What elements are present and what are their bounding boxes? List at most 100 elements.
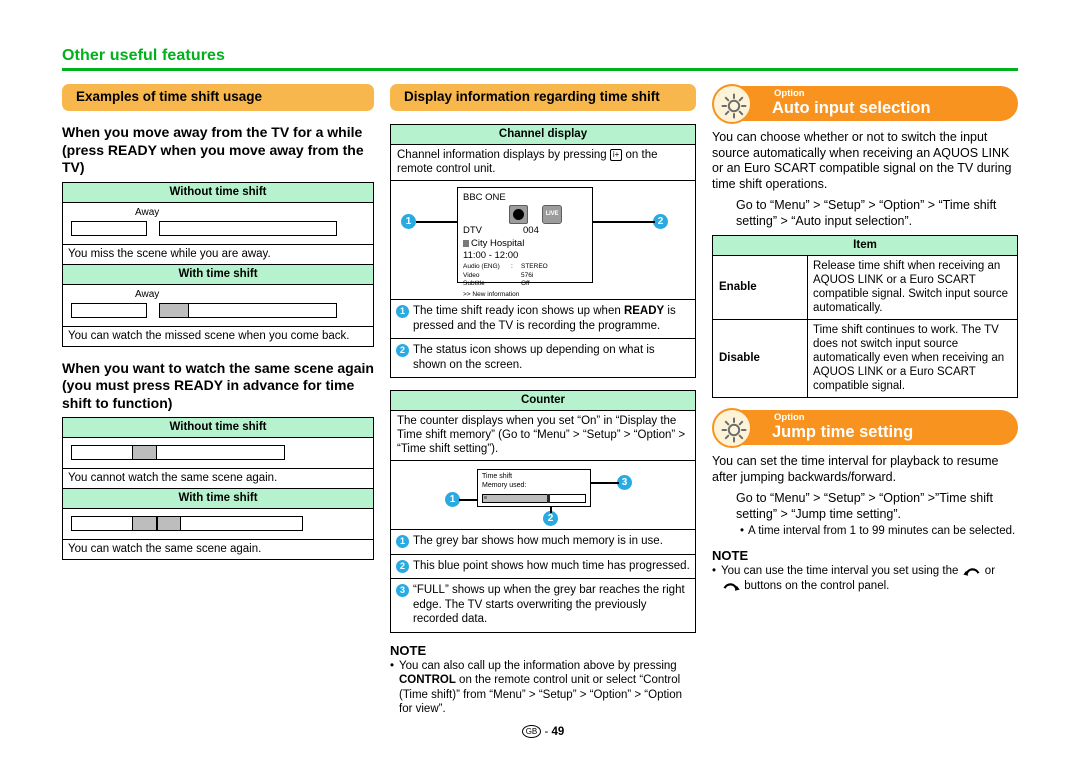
footer-dash: - <box>544 725 549 738</box>
osd-meta: Audio (ENG) : STEREO Video 576i Subtitle… <box>463 263 587 289</box>
timeshift-table-2: Without time shift You cannot watch the … <box>62 417 374 560</box>
jump-time-note-text-b: buttons on the control panel. <box>744 579 890 592</box>
jump-time-note-title: NOTE <box>712 548 749 563</box>
counter-note-1-text: The grey bar shows how much memory is in… <box>413 535 663 547</box>
osd-subtitle-value: Off <box>521 280 530 287</box>
auto-input-table: Item Enable Release time shift when rece… <box>712 235 1018 398</box>
jump-time-path: Go to “Menu” > “Setup” > “Option” >”Time… <box>736 491 993 521</box>
segment-current <box>133 516 157 531</box>
counter-callout-2: 2 <box>543 511 558 526</box>
channel-note-1-bold: READY <box>623 305 665 317</box>
segment-gap <box>147 303 159 318</box>
intro-text-a: Channel information displays by pressing <box>397 149 607 161</box>
timeline-without-1: Away <box>63 203 373 244</box>
counter-figure: 1 2 3 Time shift Memory used: <box>391 461 695 529</box>
middle-note-title: NOTE <box>390 642 427 658</box>
counter-note-row-3: 3 “FULL” shows up when the grey bar reac… <box>391 578 695 632</box>
timeshift-table-1: Without time shift Away You miss the sce… <box>62 181 374 347</box>
away-label-1: Away <box>135 206 160 218</box>
middle-note-text-a: You can also call up the information abo… <box>399 659 677 672</box>
counter-callout-1: 1 <box>445 492 460 507</box>
callout-badge-2: 2 <box>396 344 409 357</box>
jump-backward-icon <box>962 568 980 576</box>
osd-audio-value: STEREO <box>521 263 548 270</box>
auto-input-path: Go to “Menu” > “Setup” > “Option” > “Tim… <box>736 198 997 228</box>
row-without-label-2: Without time shift <box>63 418 373 438</box>
osd-source-row: DTV 004 <box>463 225 587 237</box>
jump-time-note-bullet: • <box>712 565 717 577</box>
live-badge-icon: LIVE <box>542 205 562 224</box>
option-title-auto-input: Auto input selection <box>772 99 931 117</box>
gear-icon <box>721 93 747 119</box>
segment-after <box>189 302 337 318</box>
caption-with-2: You can watch the same scene again. <box>63 539 373 559</box>
counter-note-3-text: “FULL” shows up when the grey bar reache… <box>413 584 685 625</box>
callout-badge-1: 1 <box>396 305 409 318</box>
counter-note-row-2: 2 This blue point shows how much time ha… <box>391 553 695 579</box>
counter-osd-line1: Time shift <box>482 473 513 480</box>
segment-buffered <box>159 302 189 318</box>
gear-icon <box>721 417 747 443</box>
counter-header: Counter <box>391 391 695 411</box>
caption-without-2: You cannot watch the same scene again. <box>63 468 373 488</box>
osd-video-label: Video <box>463 271 480 279</box>
page-footer: GB - 49 <box>390 724 696 740</box>
jump-time-bullet-row: • A time interval from 1 to 99 minutes c… <box>712 524 1018 538</box>
osd-programme-title: City Hospital <box>471 238 525 249</box>
memory-gauge <box>482 494 586 503</box>
counter-badge-2: 2 <box>396 559 409 573</box>
segment-after <box>159 220 337 236</box>
counter-note-row-1: 1 The grey bar shows how much memory is … <box>391 529 695 554</box>
info-button-icon: i+ <box>609 149 623 161</box>
section-bar-examples: Examples of time shift usage <box>62 84 374 111</box>
channel-note-row-1: 1 The time shift ready icon shows up whe… <box>391 299 695 338</box>
segment-replay <box>157 516 181 531</box>
page-title: Other useful features <box>62 47 226 64</box>
jump-time-note-body: • You can use the time interval you set … <box>712 564 1018 593</box>
osd-programme: City Hospital <box>463 238 587 250</box>
left-column: Examples of time shift usage When you mo… <box>62 84 374 560</box>
middle-note-bold: CONTROL <box>399 674 456 686</box>
callout-2: 2 <box>653 214 668 229</box>
row-key-enable: Enable <box>712 255 808 320</box>
osd-channel-number: 004 <box>523 225 539 236</box>
jump-forward-icon <box>723 582 740 591</box>
caption-with-1: You can watch the missed scene when you … <box>63 325 373 346</box>
right-column: Option Auto input selection You can choo… <box>712 84 1018 593</box>
record-ready-icon <box>509 205 528 224</box>
osd-new-information: >> New information <box>463 290 520 298</box>
osd-channel-name: BBC ONE <box>463 192 506 203</box>
segment-after <box>157 445 285 460</box>
osd-icon-row: LIVE <box>463 205 587 225</box>
channel-note-row-2: 2 The status icon shows up depending on … <box>391 338 695 377</box>
timeline-with-1: Away <box>63 285 373 326</box>
jump-time-note-text-mid: or <box>984 565 996 577</box>
chapter-rule <box>62 68 1018 71</box>
memory-gauge-tick <box>484 496 487 499</box>
page-number: 49 <box>551 725 565 738</box>
row-without-label-1: Without time shift <box>63 182 373 203</box>
segment-after <box>181 516 303 531</box>
channel-display-header: Channel display <box>391 125 695 145</box>
option-banner-jump-time: Option Jump time setting <box>712 408 1018 448</box>
counter-intro: The counter displays when you set “On” i… <box>391 411 695 460</box>
jump-time-note-text-a: You can use the time interval you set us… <box>721 565 959 577</box>
osd-audio-colon: : <box>511 263 513 270</box>
option-icon-circle <box>712 408 752 448</box>
channel-display-figure: 1 2 BBC ONE LIVE DTV 004 City Hospital 1… <box>391 181 695 299</box>
channel-display-intro: Channel information displays by pressing… <box>391 145 695 180</box>
counter-callout-3: 3 <box>617 475 632 490</box>
segment-watched <box>71 516 133 531</box>
channel-note-1-text-a: The time shift ready icon shows up when <box>413 305 624 317</box>
left-heading-1: When you move away from the TV for a whi… <box>62 124 364 175</box>
memory-gauge-fill <box>483 495 549 502</box>
counter-note-2-text: This blue point shows how much time has … <box>413 559 690 572</box>
middle-note-bullet: • <box>390 659 395 672</box>
tv-osd-panel: BBC ONE LIVE DTV 004 City Hospital 11:00… <box>457 187 593 298</box>
item-header: Item <box>712 235 1018 256</box>
away-label-2: Away <box>135 288 160 300</box>
channel-note-2-text: The status icon shows up depending on wh… <box>413 344 655 371</box>
counter-osd-panel: Time shift Memory used: <box>477 469 591 507</box>
manual-page: Other useful features Examples of time s… <box>0 0 1080 763</box>
segment-watched <box>71 302 147 318</box>
